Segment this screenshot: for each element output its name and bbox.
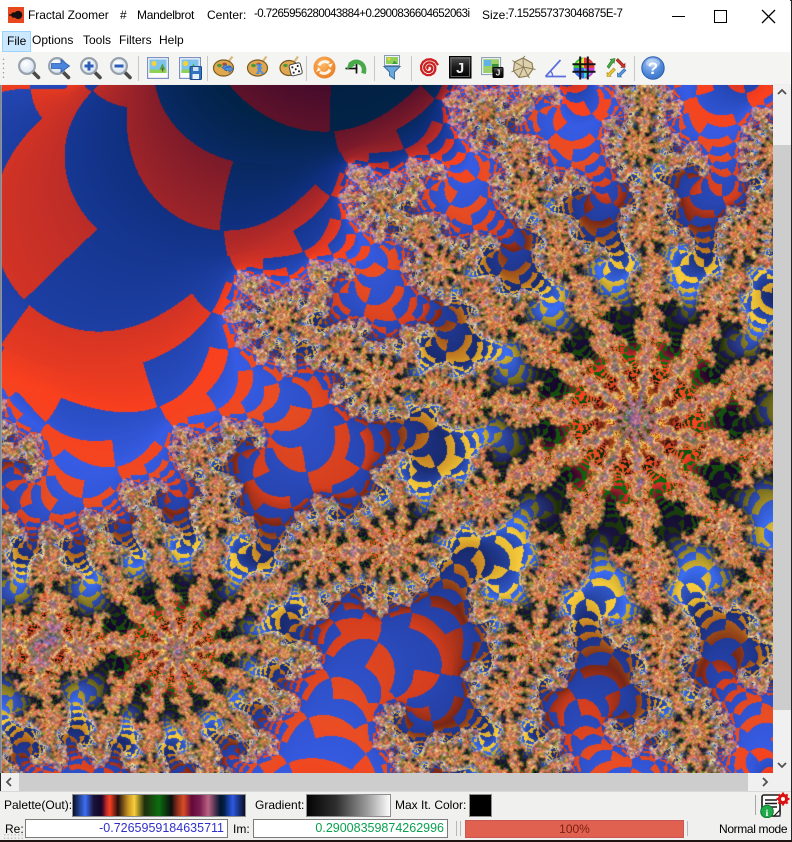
svg-text:J: J [496, 68, 501, 78]
svg-text:?: ? [648, 59, 658, 78]
svg-text:J: J [456, 61, 464, 77]
